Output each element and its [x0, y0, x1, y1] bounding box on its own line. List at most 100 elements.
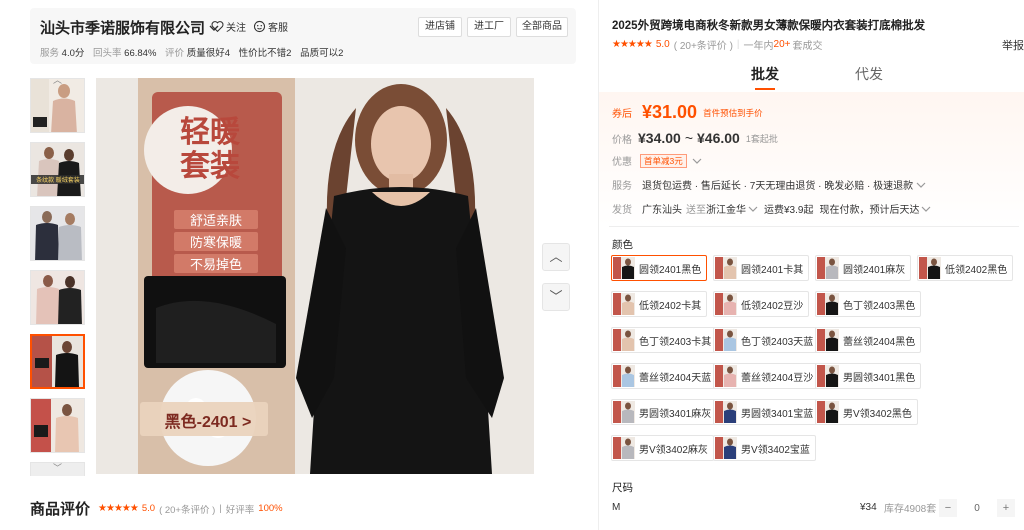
- color-swatch-image: [817, 365, 839, 387]
- ship-destination-select[interactable]: 浙江金华: [706, 201, 746, 216]
- color-option-label: 男V领3402宝蓝: [741, 444, 810, 456]
- color-swatch-image: [715, 257, 737, 279]
- color-option-label: 低领2402卡其: [639, 300, 702, 312]
- product-thumbnail-image: [31, 399, 84, 452]
- product-thumbnail-image: [32, 336, 83, 387]
- color-option[interactable]: 圆领2401黑色: [611, 255, 708, 281]
- thumbnail-7[interactable]: ﹀: [30, 462, 85, 476]
- color-option[interactable]: 男V领3402黑色: [815, 399, 918, 425]
- chevron-down-icon: ﹀: [549, 289, 563, 304]
- thumbnail-6[interactable]: [30, 398, 85, 453]
- color-option[interactable]: 圆领2401卡其: [713, 255, 810, 281]
- thumbnail-2[interactable]: 条纹款 暖绒套装: [30, 142, 85, 197]
- color-option-label: 色丁领2403黑色: [843, 300, 916, 312]
- color-swatch-image: [817, 329, 839, 351]
- thumbnail-1[interactable]: ︿: [30, 78, 85, 133]
- report-link[interactable]: 举报: [1002, 37, 1024, 53]
- all-products-button[interactable]: 全部商品: [516, 17, 568, 37]
- product-gallery-column: 汕头市季诺服饰有限公司 关注 客服 进店铺 进工厂 全部商品 服务 4.0分 回…: [0, 0, 590, 530]
- chevron-down-icon[interactable]: [748, 204, 758, 214]
- coupon-price-row: 券后 ¥31.00 首件预估到手价: [612, 102, 763, 122]
- product-thumbnail-image: [31, 207, 84, 260]
- color-swatch-image: [715, 437, 737, 459]
- enter-shop-button[interactable]: 进店铺: [418, 17, 462, 37]
- quantity-minus-button[interactable]: −: [939, 499, 957, 517]
- discount-row[interactable]: 优惠 首单减3元: [612, 153, 702, 168]
- service-row[interactable]: 服务 退货包运费 · 售后延长 · 7天无理由退货 · 晚发必赔 · 极速退款: [612, 177, 926, 192]
- color-option[interactable]: 低领2402黑色: [917, 255, 1014, 281]
- color-option-label: 色丁领2403卡其: [639, 336, 712, 348]
- quantity-plus-button[interactable]: +: [997, 499, 1015, 517]
- color-swatch-image: [817, 257, 839, 279]
- follow-button[interactable]: 关注: [211, 19, 246, 34]
- color-option[interactable]: 男圆领3401麻灰: [611, 399, 718, 425]
- color-option-label: 圆领2401黑色: [639, 264, 702, 276]
- color-option-label: 蕾丝领2404天蓝: [639, 372, 712, 384]
- color-option[interactable]: 男圆领3401黑色: [815, 363, 922, 389]
- color-swatch-image: [817, 401, 839, 423]
- shop-name[interactable]: 汕头市季诺服饰有限公司: [40, 17, 219, 38]
- purchase-tabs: 批发 代发: [599, 62, 1024, 90]
- thumbnail-3[interactable]: [30, 206, 85, 261]
- tab-dropship[interactable]: 代发: [855, 64, 883, 84]
- enter-factory-button[interactable]: 进工厂: [467, 17, 511, 37]
- price-panel: 券后 ¥31.00 首件预估到手价 价格 ¥34.00 ~ ¥46.00 1套起…: [599, 92, 1024, 226]
- scroll-down-icon[interactable]: ﹀: [53, 463, 63, 473]
- color-option-label: 圆领2401卡其: [741, 264, 804, 276]
- color-swatch-image: [613, 329, 635, 351]
- scroll-up-icon[interactable]: ︿: [53, 79, 63, 85]
- color-option[interactable]: 蕾丝领2404黑色: [815, 327, 922, 353]
- color-option-label: 男圆领3401黑色: [843, 372, 916, 384]
- color-option[interactable]: 色丁领2403卡其: [611, 327, 718, 353]
- color-option[interactable]: 蕾丝领2404豆沙: [713, 363, 820, 389]
- price-range-row: 价格 ¥34.00 ~ ¥46.00 1套起批: [612, 130, 778, 146]
- customer-service-button[interactable]: 客服: [253, 19, 288, 34]
- review-title: 商品评价: [30, 501, 91, 518]
- color-option[interactable]: 圆领2401麻灰: [815, 255, 912, 281]
- tab-wholesale[interactable]: 批发: [751, 64, 779, 90]
- color-option[interactable]: 色丁领2403天蓝: [713, 327, 820, 353]
- chevron-up-icon: ︿: [549, 249, 563, 264]
- smile-chat-icon: [253, 20, 266, 33]
- discount-tag: 首单减3元: [640, 153, 687, 168]
- color-option[interactable]: 男V领3402宝蓝: [713, 435, 816, 461]
- review-meta: ★★★★★ 5.0 ( 20+条评价 ) | 好评率 100%: [98, 502, 283, 516]
- quantity-input[interactable]: 0: [957, 503, 997, 514]
- color-option[interactable]: 男圆领3401宝蓝: [713, 399, 820, 425]
- color-option-label: 蕾丝领2404豆沙: [741, 372, 814, 384]
- color-option[interactable]: 色丁领2403黑色: [815, 291, 922, 317]
- heart-icon: [211, 21, 224, 33]
- thumbnail-caption: 条纹款 暖绒套装: [36, 176, 80, 184]
- coupon-price: ¥31.00: [642, 102, 698, 122]
- banner-color-label: 黑色-2401 >: [164, 414, 252, 431]
- product-title: 2025外贸跨境电商秋冬新款男女薄款保暖内衣套装打底棉批发: [612, 20, 926, 32]
- review-section-header: 商品评价 ★★★★★ 5.0 ( 20+条评价 ) | 好评率 100%: [30, 498, 283, 519]
- divider: [609, 226, 1019, 227]
- size-label: 尺码: [612, 482, 633, 494]
- color-swatch-image: [715, 401, 737, 423]
- rating-stars-icon: ★★★★★: [612, 39, 653, 50]
- color-option[interactable]: 男V领3402麻灰: [611, 435, 714, 461]
- thumbnail-4[interactable]: [30, 270, 85, 325]
- color-swatch-image: [613, 257, 635, 279]
- quantity-stepper: − 0 +: [939, 499, 1015, 517]
- product-thumbnail-image: [31, 271, 84, 324]
- color-swatch-image: [613, 293, 635, 315]
- image-next-button[interactable]: ﹀: [542, 283, 570, 311]
- rating-stars-icon: ★★★★★: [98, 503, 139, 514]
- color-option[interactable]: 低领2402卡其: [611, 291, 708, 317]
- banner-headline: 轻暖 套装: [180, 115, 240, 184]
- color-option-label: 男圆领3401宝蓝: [741, 408, 814, 420]
- color-option[interactable]: 蕾丝领2404天蓝: [611, 363, 718, 389]
- product-review-count-link[interactable]: ( 20+条评价 ): [674, 37, 733, 52]
- main-product-image[interactable]: 轻暖 套装 舒适亲肤 防寒保暖 不易掉色 黑色-2401 >: [96, 78, 534, 474]
- shop-stats: 服务 4.0分 回头率 66.84% 评价 质量很好4 性价比不错2 品质可以2: [40, 48, 344, 59]
- color-option[interactable]: 低领2402豆沙: [713, 291, 810, 317]
- color-option-label: 圆领2401麻灰: [843, 264, 906, 276]
- product-thumbnail-image: 条纹款 暖绒套装: [31, 143, 84, 196]
- chevron-down-icon[interactable]: [921, 204, 931, 214]
- image-prev-button[interactable]: ︿: [542, 243, 570, 271]
- review-count-link[interactable]: ( 20+条评价 ): [159, 502, 215, 516]
- thumbnail-5-selected[interactable]: [30, 334, 85, 389]
- size-row: M ¥34 库存4908套 − 0 +: [612, 499, 1017, 517]
